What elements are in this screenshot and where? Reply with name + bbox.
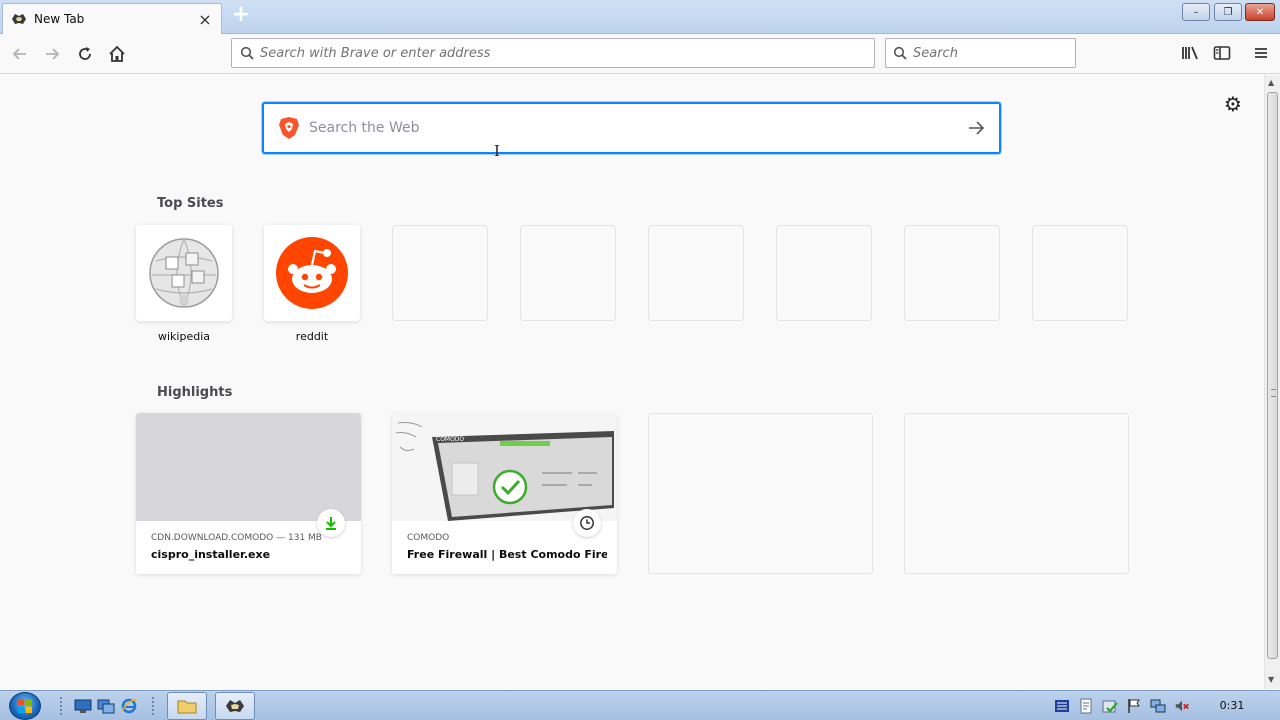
action-center-flag-icon[interactable]	[1126, 698, 1142, 714]
highlight-thumbnail	[136, 413, 361, 521]
forward-button[interactable]	[40, 42, 64, 66]
top-site-empty-slot	[904, 225, 1000, 321]
minimize-button[interactable]: –	[1182, 3, 1210, 21]
top-site-empty-slot	[392, 225, 488, 321]
top-site-empty-slot	[520, 225, 616, 321]
address-bar-placeholder: Search with Brave or enter address	[260, 45, 491, 61]
page-scrollbar[interactable]: ▲ ▼	[1264, 75, 1280, 689]
close-icon[interactable]: ×	[197, 10, 213, 29]
library-icon	[1182, 46, 1198, 60]
highlight-empty-slot	[648, 413, 873, 574]
close-window-button[interactable]: ✕	[1245, 3, 1275, 21]
highlight-empty-slot	[904, 413, 1129, 574]
taskbar-brave-button[interactable]	[215, 692, 255, 720]
tab-title: New Tab	[34, 12, 85, 26]
search-icon	[240, 46, 254, 60]
top-site-empty-slot	[648, 225, 744, 321]
windows-taskbar: 0:31	[0, 690, 1280, 720]
home-icon	[109, 45, 125, 62]
new-tab-button[interactable]: +	[229, 4, 253, 28]
highlight-title: Free Firewall | Best Comodo Fire...	[407, 548, 607, 561]
brave-logo-icon	[279, 117, 299, 139]
sidebar-button[interactable]	[1212, 43, 1232, 63]
home-button[interactable]	[105, 42, 129, 66]
tab-strip: New Tab × + – ❐ ✕	[0, 0, 1280, 34]
keyboard-language-icon[interactable]	[1054, 698, 1070, 714]
scrollbar-thumb[interactable]	[1267, 92, 1278, 659]
highlight-context: COMODO	[407, 533, 450, 543]
taskbar-clock[interactable]: 0:31	[1212, 699, 1252, 712]
top-sites-heading: Top Sites	[157, 196, 224, 211]
library-button[interactable]	[1180, 43, 1200, 63]
brave-lion-icon	[226, 700, 244, 712]
menu-button[interactable]	[1251, 43, 1271, 63]
windows-logo-icon	[18, 699, 32, 713]
top-site-tile-wikipedia[interactable]	[136, 225, 232, 321]
arrow-right-icon	[969, 121, 985, 135]
taskbar-file-explorer-button[interactable]	[167, 692, 207, 720]
search-icon	[893, 46, 907, 60]
hamburger-menu-icon	[1255, 48, 1267, 58]
back-button[interactable]	[8, 42, 32, 66]
download-icon	[326, 517, 336, 530]
internet-explorer-icon[interactable]	[119, 694, 139, 718]
top-site-label[interactable]: wikipedia	[136, 330, 232, 343]
top-site-empty-slot	[1032, 225, 1128, 321]
settings-gear-icon[interactable]: ⚙	[1222, 93, 1244, 115]
navigation-toolbar: Search with Brave or enter address Searc…	[0, 34, 1280, 74]
highlights-heading: Highlights	[157, 385, 233, 400]
top-site-tile-reddit[interactable]	[264, 225, 360, 321]
address-bar[interactable]: Search with Brave or enter address	[231, 38, 875, 68]
show-desktop-icon[interactable]	[73, 694, 93, 718]
highlight-context: CDN.DOWNLOAD.COMODO — 131 MB	[151, 533, 322, 543]
back-arrow-icon	[12, 48, 26, 60]
clock-icon	[580, 516, 594, 530]
reload-button[interactable]	[73, 42, 97, 66]
quicklaunch-grip-icon	[58, 694, 64, 718]
brave-lion-favicon-icon	[12, 14, 26, 24]
reload-icon	[79, 47, 91, 60]
network-icon[interactable]	[1150, 698, 1166, 714]
taskbar-grip-icon	[150, 694, 156, 718]
start-button[interactable]	[9, 692, 41, 720]
tray-security-check-icon[interactable]	[1102, 698, 1118, 714]
reddit-alien-icon	[276, 237, 348, 309]
switch-windows-icon[interactable]	[96, 694, 116, 718]
web-search-box[interactable]: Search the Web	[262, 102, 1001, 154]
top-site-label[interactable]: reddit	[264, 330, 360, 343]
highlight-title: cispro_installer.exe	[151, 548, 271, 561]
comodo-screenshot-thumbnail: COMODO	[395, 422, 614, 521]
search-bar[interactable]: Search	[885, 38, 1076, 68]
highlight-thumbnail: COMODO	[392, 413, 617, 521]
comodo-thumb-label: COMODO	[436, 436, 464, 443]
maximize-button[interactable]: ❐	[1214, 3, 1242, 21]
tab-new-tab[interactable]: New Tab ×	[2, 3, 222, 34]
scrollbar-grip-icon	[1271, 389, 1276, 397]
search-submit-button[interactable]	[953, 120, 999, 136]
volume-muted-icon[interactable]	[1174, 698, 1190, 714]
search-bar-placeholder: Search	[913, 45, 958, 61]
top-site-empty-slot	[776, 225, 872, 321]
sidebar-icon	[1213, 46, 1231, 60]
forward-arrow-icon	[46, 48, 60, 60]
web-search-placeholder: Search the Web	[309, 120, 420, 136]
folder-icon	[177, 700, 197, 714]
tray-document-icon[interactable]	[1078, 698, 1094, 714]
scroll-up-arrow-icon[interactable]: ▲	[1268, 78, 1274, 87]
visited-badge	[573, 509, 601, 537]
scroll-down-arrow-icon[interactable]: ▼	[1268, 675, 1274, 684]
wikipedia-globe-icon	[149, 238, 219, 308]
highlight-card-download[interactable]: CDN.DOWNLOAD.COMODO — 131 MB cispro_inst…	[136, 413, 361, 574]
highlight-card-comodo[interactable]: COMODO COMODO Free Firewall | Best Comod…	[392, 413, 617, 574]
text-cursor-icon: I	[494, 142, 500, 160]
